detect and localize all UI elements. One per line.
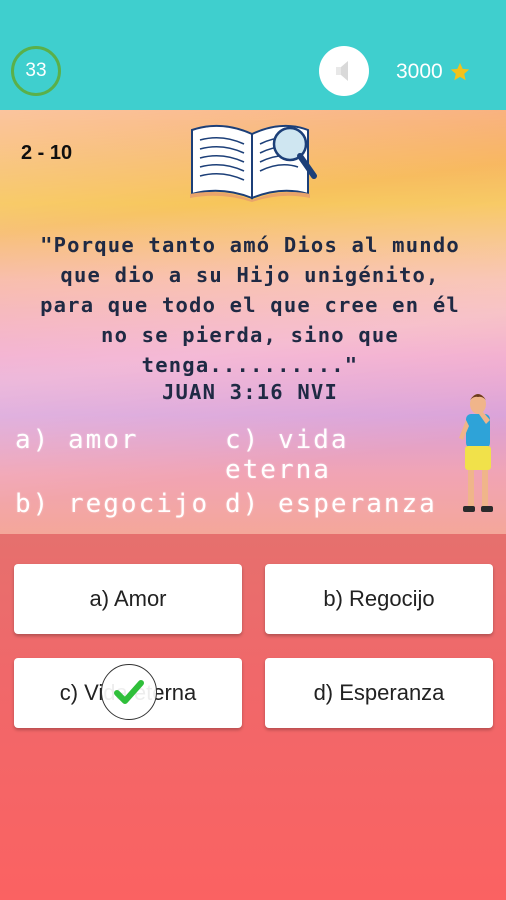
sound-toggle-button[interactable] (319, 46, 369, 96)
answer-d-label: d) Esperanza (313, 680, 445, 705)
option-b-text: b) regocijo (15, 489, 210, 519)
question-text: "Porque tanto amó Dios al mundo que dio … (40, 233, 460, 377)
bible-reference: JUAN 3:16 NVI (161, 380, 339, 404)
checkmark-icon (114, 680, 144, 704)
question-panel: 2 - 10 "Porque tanto amó Dios al mundo q… (0, 110, 506, 534)
answer-button-b[interactable]: b) Regocijo (265, 564, 493, 634)
option-a-text: a) amor (15, 425, 139, 455)
timer-badge: 33 (11, 46, 61, 96)
answer-a-label: a) Amor (89, 586, 167, 611)
timer-value: 33 (25, 60, 47, 81)
thinking-boy-illustration (459, 394, 493, 512)
star-icon (450, 62, 469, 81)
score-display: 3000 (396, 58, 471, 86)
question-counter: 2 - 10 (21, 142, 73, 164)
answer-button-d[interactable]: d) Esperanza (265, 658, 493, 728)
correct-answer-marker (101, 664, 157, 720)
option-c-text: c) vida eterna (225, 425, 349, 485)
option-list: a) amor c) vida eterna b) regocijo d) es… (15, 425, 455, 519)
option-d-text: d) esperanza (225, 489, 437, 519)
top-bar: 33 3000 (0, 0, 506, 110)
answer-b-label: b) Regocijo (323, 586, 435, 611)
score-value: 3000 (396, 60, 443, 83)
speaker-icon (336, 61, 348, 81)
open-book-magnifier-icon (190, 124, 317, 202)
answer-button-a[interactable]: a) Amor (14, 564, 242, 634)
